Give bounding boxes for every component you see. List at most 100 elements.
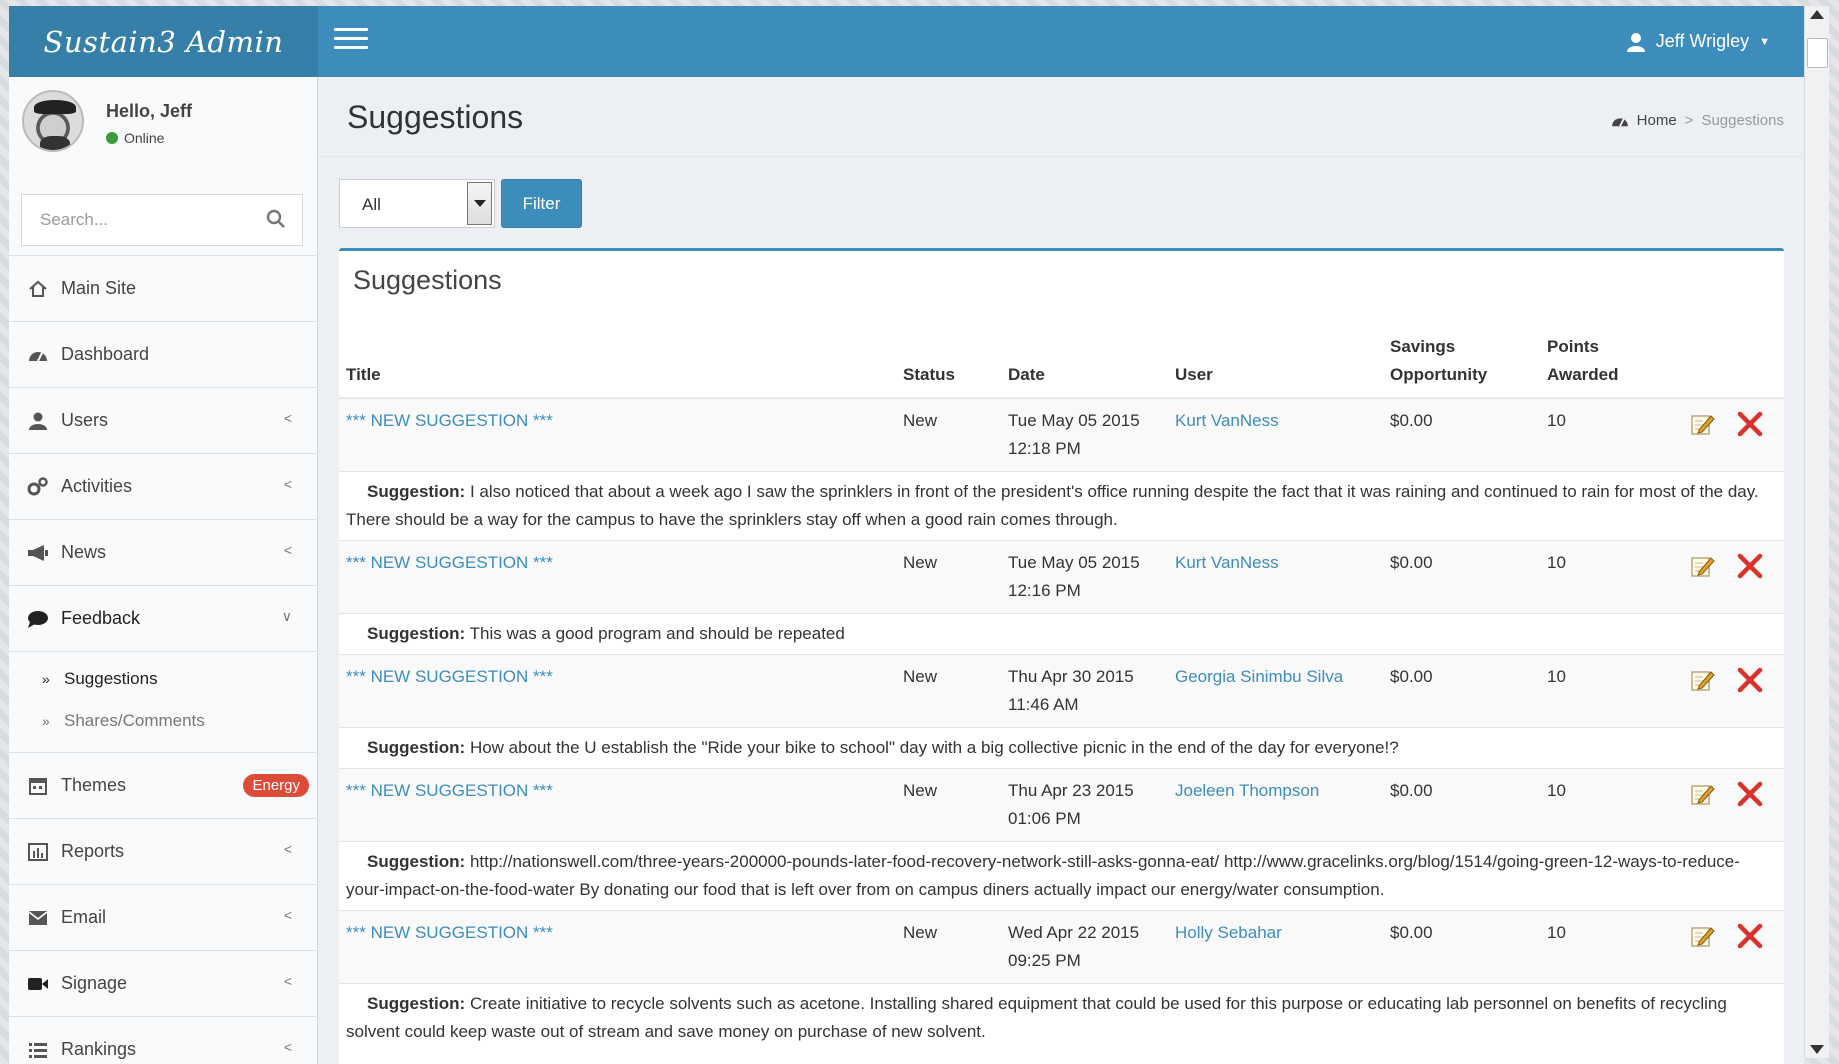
dashboard-icon [27, 345, 49, 365]
megaphone-icon [27, 543, 49, 563]
row-title-cell: *** NEW SUGGESTION *** [339, 654, 896, 728]
suggestion-title-link[interactable]: *** NEW SUGGESTION *** [346, 781, 553, 800]
sidebar-subitem-suggestions[interactable]: » Suggestions [9, 658, 318, 700]
suggestion-label: Suggestion: [367, 738, 466, 757]
row-savings: $0.00 [1383, 654, 1540, 728]
sidebar-item-rankings[interactable]: Rankings < [9, 1016, 318, 1064]
suggestion-text-cell: Suggestion: How about the U establish th… [339, 727, 1784, 769]
row-title-cell: *** NEW SUGGESTION *** [339, 768, 896, 842]
search-icon[interactable] [266, 209, 286, 229]
caret-down-icon: ▼ [1759, 35, 1770, 48]
sidebar: Hello, Jeff Online Main Site Dashboard U… [9, 77, 318, 1064]
breadcrumb-separator: > [1684, 112, 1694, 129]
suggestion-detail-row: Suggestion: http://nationswell.com/three… [339, 841, 1784, 911]
status-filter-select[interactable]: All [339, 179, 495, 228]
user-link[interactable]: Holly Sebahar [1175, 923, 1282, 942]
edit-icon[interactable] [1689, 553, 1715, 579]
row-user-cell: Georgia Sinimbu Silva [1168, 654, 1383, 728]
suggestion-title-link[interactable]: *** NEW SUGGESTION *** [346, 923, 553, 942]
sidebar-item-signage[interactable]: Signage < [9, 950, 318, 1016]
delete-icon[interactable] [1737, 411, 1763, 437]
row-date: Wed Apr 22 2015 09:25 PM [1001, 910, 1168, 984]
edit-icon[interactable] [1689, 781, 1715, 807]
edit-icon[interactable] [1689, 667, 1715, 693]
sidebar-item-feedback[interactable]: Feedback ∨ [9, 585, 318, 651]
row-title-cell: *** NEW SUGGESTION *** [339, 540, 896, 614]
suggestion-title-link[interactable]: *** NEW SUGGESTION *** [346, 553, 553, 572]
row-points: 10 [1540, 768, 1682, 842]
row-status: New [896, 654, 1001, 728]
double-chevron-icon: » [42, 713, 50, 729]
sidebar-item-news[interactable]: News < [9, 519, 318, 585]
delete-icon[interactable] [1737, 667, 1763, 693]
user-link[interactable]: Joeleen Thompson [1175, 781, 1319, 800]
scroll-thumb[interactable] [1807, 38, 1828, 68]
col-status[interactable]: Status [896, 333, 1001, 399]
user-menu[interactable]: Jeff Wrigley ▼ [1626, 6, 1770, 77]
row-status: New [896, 768, 1001, 842]
dashboard-icon [1611, 117, 1628, 127]
row-date: Thu Apr 30 2015 11:46 AM [1001, 654, 1168, 728]
row-status: New [896, 397, 1001, 472]
row-savings: $0.00 [1383, 397, 1540, 472]
home-icon [27, 279, 49, 299]
row-date: Thu Apr 23 2015 01:06 PM [1001, 768, 1168, 842]
page-title: Suggestions [347, 99, 524, 135]
table-header-row: Title Status Date User Savings Opportunit… [339, 333, 1784, 399]
admin-window: Sustain3 Admin Jeff Wrigley ▼ Hello, Jef… [9, 6, 1804, 1064]
sidebar-toggle-icon[interactable] [334, 28, 368, 54]
user-link[interactable]: Georgia Sinimbu Silva [1175, 667, 1343, 686]
user-link[interactable]: Kurt VanNess [1175, 411, 1279, 430]
col-savings[interactable]: Savings Opportunity [1383, 333, 1540, 399]
edit-icon[interactable] [1689, 923, 1715, 949]
top-navbar: Sustain3 Admin Jeff Wrigley ▼ [9, 6, 1804, 77]
main-content: Suggestions Home > Suggestions All Filte… [318, 77, 1804, 1064]
sidebar-item-main-site[interactable]: Main Site [9, 255, 318, 321]
sidebar-item-email[interactable]: Email < [9, 884, 318, 950]
chevron-left-icon: < [283, 542, 292, 558]
suggestion-title-link[interactable]: *** NEW SUGGESTION *** [346, 411, 553, 430]
row-savings: $0.00 [1383, 768, 1540, 842]
page-scrollbar[interactable] [1804, 6, 1829, 1058]
scroll-down-icon[interactable] [1810, 1045, 1824, 1054]
suggestion-text-cell: Suggestion: Create initiative to recycle… [339, 983, 1784, 1052]
scroll-up-icon[interactable] [1810, 10, 1824, 19]
row-points: 10 [1540, 654, 1682, 728]
list-icon [27, 1040, 49, 1060]
sidebar-subitem-shares-comments[interactable]: » Shares/Comments [9, 700, 318, 742]
col-user[interactable]: User [1168, 333, 1383, 399]
avatar [22, 90, 84, 152]
dropdown-arrow-icon[interactable] [467, 182, 492, 225]
edit-icon[interactable] [1689, 411, 1715, 437]
filter-button[interactable]: Filter [501, 179, 582, 228]
suggestion-detail-row: Suggestion: I also noticed that about a … [339, 471, 1784, 541]
search-input[interactable] [22, 195, 252, 245]
sidebar-item-reports[interactable]: Reports < [9, 818, 318, 884]
brand-logo[interactable]: Sustain3 Admin [9, 6, 318, 77]
user-link[interactable]: Kurt VanNess [1175, 553, 1279, 572]
suggestion-detail-row: Suggestion: How about the U establish th… [339, 727, 1784, 769]
breadcrumb-home[interactable]: Home [1611, 112, 1677, 129]
delete-icon[interactable] [1737, 781, 1763, 807]
greeting: Hello, Jeff [106, 101, 193, 121]
chevron-left-icon: < [283, 410, 292, 426]
col-points[interactable]: Points Awarded [1540, 333, 1682, 399]
filter-bar: All Filter [339, 179, 582, 228]
table-row: *** NEW SUGGESTION *** New Tue May 05 2015… [339, 540, 1784, 614]
delete-icon[interactable] [1737, 553, 1763, 579]
sidebar-item-users[interactable]: Users < [9, 387, 318, 453]
col-title[interactable]: Title [339, 333, 896, 399]
sidebar-item-themes[interactable]: Themes Energy [9, 752, 318, 818]
suggestion-detail-row: Suggestion: This was a good program and … [339, 613, 1784, 655]
col-date[interactable]: Date [1001, 333, 1168, 399]
sidebar-item-dashboard[interactable]: Dashboard [9, 321, 318, 387]
delete-icon[interactable] [1737, 923, 1763, 949]
row-actions [1682, 910, 1784, 984]
online-status: Online [106, 130, 164, 146]
row-title-cell: *** NEW SUGGESTION *** [339, 397, 896, 472]
suggestion-text-cell: Suggestion: I also noticed that about a … [339, 471, 1784, 541]
suggestion-title-link[interactable]: *** NEW SUGGESTION *** [346, 667, 553, 686]
sidebar-item-activities[interactable]: Activities < [9, 453, 318, 519]
row-user-cell: Kurt VanNess [1168, 540, 1383, 614]
chevron-left-icon: < [283, 973, 292, 989]
